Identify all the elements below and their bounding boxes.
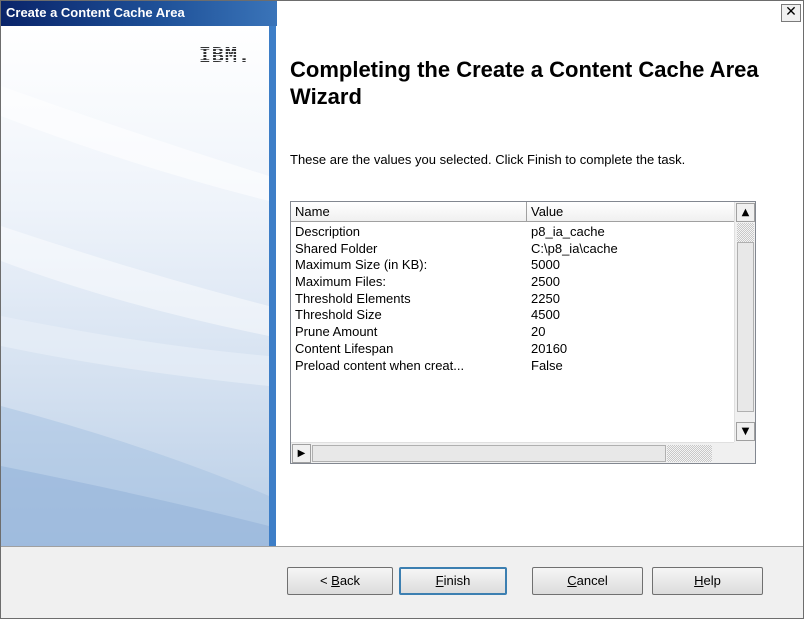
back-button-prefix: < <box>319 573 332 588</box>
page-title: Completing the Create a Content Cache Ar… <box>290 57 759 109</box>
list-row[interactable]: Preload content when creat... False <box>291 358 734 375</box>
list-row[interactable]: Description p8_ia_cache <box>291 224 734 241</box>
scroll-right-button[interactable]: ▶ <box>292 444 311 463</box>
row-value: C:\p8_ia\cache <box>531 240 618 256</box>
list-row[interactable]: Content Lifespan 20160 <box>291 341 734 358</box>
list-row[interactable]: Shared Folder C:\p8_ia\cache <box>291 241 734 258</box>
ibm-logo: IBM. <box>198 43 251 67</box>
row-value: p8_ia_cache <box>531 224 605 239</box>
back-button[interactable]: < Back <box>287 567 393 595</box>
cancel-button-label: ancel <box>576 573 608 588</box>
list-row[interactable]: Threshold Elements 2250 <box>291 291 734 308</box>
arrow-down-icon: ▼ <box>741 426 750 437</box>
row-value: 5000 <box>531 257 560 273</box>
row-name: Description <box>295 224 361 239</box>
row-value: False <box>531 357 563 373</box>
vertical-scrollbar[interactable]: ▲ ▼ <box>734 202 755 442</box>
row-value: 4500 <box>531 307 560 323</box>
list-row[interactable]: Maximum Size (in KB): 5000 <box>291 257 734 274</box>
arrow-right-icon: ▶ <box>297 448 306 459</box>
finish-button-accesskey: F <box>435 573 444 588</box>
finish-button-label: inish <box>443 573 471 588</box>
column-header-name[interactable]: Name <box>291 202 527 222</box>
close-button[interactable]: ✕ <box>781 4 801 22</box>
arrow-up-icon: ▲ <box>741 207 750 218</box>
row-value: 20 <box>531 324 546 340</box>
row-name: Preload content when creat... <box>295 357 465 373</box>
row-name: Prune Amount <box>295 324 378 340</box>
row-name: Content Lifespan <box>295 340 394 356</box>
list-header: Name Value <box>291 202 734 222</box>
title-bar[interactable]: Create a Content Cache Area ✕ <box>1 1 803 26</box>
row-name: Maximum Files: <box>295 274 387 290</box>
help-button-accesskey: H <box>694 573 704 588</box>
summary-list[interactable]: Name Value Description p8_ia_cache Shared… <box>290 201 756 464</box>
back-button-accesskey: B <box>331 573 340 588</box>
row-name: Threshold Size <box>295 307 382 323</box>
wizard-banner: IBM. <box>1 26 269 546</box>
cancel-button[interactable]: Cancel <box>532 567 643 595</box>
scrollbar-corner <box>734 442 755 463</box>
help-button-label: elp <box>703 573 721 588</box>
help-button[interactable]: Help <box>652 567 763 595</box>
banner-edge <box>269 26 276 546</box>
list-row[interactable]: Threshold Size 4500 <box>291 307 734 324</box>
horizontal-scroll-thumb[interactable] <box>312 445 666 462</box>
vertical-scroll-thumb[interactable] <box>737 242 754 412</box>
row-name: Threshold Elements <box>295 290 411 306</box>
row-value: 20160 <box>531 340 568 356</box>
list-row[interactable]: Prune Amount 20 <box>291 324 734 341</box>
scroll-up-button[interactable]: ▲ <box>736 203 755 222</box>
window-title: Create a Content Cache Area <box>6 5 185 20</box>
horizontal-scroll-track[interactable] <box>667 445 712 462</box>
row-value: 2500 <box>531 274 560 290</box>
scroll-down-button[interactable]: ▼ <box>736 422 755 441</box>
row-value: 2250 <box>531 290 560 306</box>
horizontal-scrollbar[interactable]: ◀ ▶ <box>291 442 734 463</box>
wizard-window: Create a Content Cache Area ✕ IBM. Compl… <box>0 0 804 619</box>
list-row[interactable]: Maximum Files: 2500 <box>291 274 734 291</box>
row-name: Maximum Size (in KB): <box>295 257 428 273</box>
banner-swoosh-graphic <box>1 86 269 546</box>
column-header-value[interactable]: Value <box>527 202 734 222</box>
vertical-scroll-track[interactable] <box>737 223 754 242</box>
finish-button[interactable]: Finish <box>399 567 507 595</box>
cancel-button-accesskey: C <box>567 573 577 588</box>
close-icon: ✕ <box>785 4 797 20</box>
back-button-label: ack <box>339 573 361 588</box>
list-rows: Description p8_ia_cache Shared Folder C:\p… <box>291 224 734 374</box>
row-name: Shared Folder <box>295 240 378 256</box>
page-description: These are the values you selected. Click… <box>290 152 686 167</box>
